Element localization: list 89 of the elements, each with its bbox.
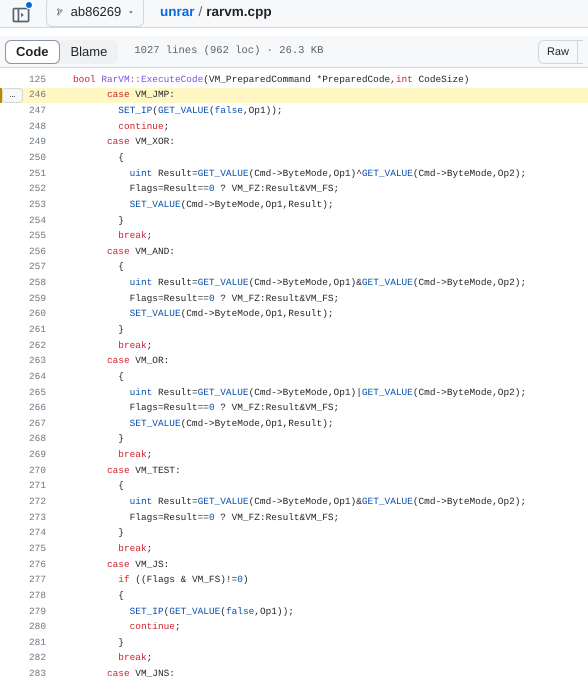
code-text: Flags=Result==0 ? VM_FZ:Result&VM_FS; (128, 182, 340, 196)
file-name: rarvm.cpp (206, 2, 272, 21)
branch-button[interactable]: ab86269 (46, 0, 144, 27)
line-number: 275 (28, 542, 46, 556)
line-number: 258 (28, 276, 46, 290)
code-text: SET_VALUE(Cmd->ByteMode,Op1,Result); (128, 416, 334, 431)
code-text: case VM_AND: (106, 244, 175, 259)
line-number: 247 (28, 104, 46, 118)
code-text: Flags=Result==0 ? VM_FZ:Result&VM_FS; (128, 401, 340, 416)
code-text: { (117, 150, 124, 165)
file-info: 1027 lines (962 loc) · 26.3 KB (134, 44, 324, 59)
line-number: 248 (28, 120, 46, 134)
code-text: uint Result=GET_VALUE(Cmd->ByteMode,Op1)|GET_VALUE(Cmd->ByteMode,Op2); (128, 386, 526, 400)
line-number: 282 (28, 651, 46, 666)
code-text: } (117, 214, 124, 228)
line-number: 271 (28, 479, 46, 494)
code-text: case VM_JS: (106, 558, 170, 572)
code-text: } (117, 636, 124, 650)
line-number: 261 (28, 322, 46, 337)
line-number: 252 (28, 182, 46, 196)
breadcrumb-separator: / (198, 2, 202, 21)
code-text: continue; (117, 120, 170, 134)
line-number: 251 (28, 166, 46, 181)
line-number: 264 (28, 370, 46, 384)
line-number: 270 (28, 464, 46, 478)
line-number: 257 (28, 260, 46, 274)
code-text: break; (117, 542, 152, 556)
code-text: SET_VALUE(Cmd->ByteMode,Op1,Result); (128, 307, 334, 322)
more-options-button[interactable]: … (2, 88, 23, 103)
code-text: } (117, 322, 124, 337)
line-number: 276 (28, 558, 46, 572)
code-text: { (117, 588, 124, 603)
line-number: 267 (28, 416, 46, 431)
code-text: case VM_JMP: (106, 88, 175, 102)
code-text: { (117, 479, 124, 494)
line-number: 263 (28, 354, 46, 368)
code-text: } (117, 432, 124, 446)
view-tab[interactable]: Code (5, 40, 60, 64)
code-text: { (117, 370, 124, 384)
line-number: 273 (28, 510, 46, 525)
line-number: 125 (28, 72, 46, 87)
code-text: SET_IP(GET_VALUE(false,Op1)); (117, 104, 283, 118)
code-text: continue; (128, 620, 181, 634)
line-number: 278 (28, 588, 46, 603)
code-text: } (117, 526, 124, 540)
line-number: 269 (28, 448, 46, 462)
line-number: 256 (28, 244, 46, 259)
line-number: 272 (28, 495, 46, 510)
repo-link[interactable]: unrar (160, 2, 195, 22)
code-text: if ((Flags & VM_FS)!=0) (117, 573, 249, 588)
line-number: 281 (28, 636, 46, 650)
code-text: case VM_XOR: (106, 135, 175, 150)
line-number: 266 (28, 401, 46, 416)
code-text: break; (117, 338, 152, 353)
line-number: 259 (28, 292, 46, 306)
code-text: uint Result=GET_VALUE(Cmd->ByteMode,Op1)&GET_VALUE(Cmd->ByteMode,Op2); (128, 495, 526, 510)
view-tab[interactable]: Blame (60, 40, 118, 64)
code-text: uint Result=GET_VALUE(Cmd->ByteMode,Op1)&GET_VALUE(Cmd->ByteMode,Op2); (128, 276, 526, 290)
line-number: 262 (28, 338, 46, 353)
line-number: 268 (28, 432, 46, 446)
code-text: case VM_TEST: (106, 464, 181, 478)
code-text: uint Result=GET_VALUE(Cmd->ByteMode,Op1)^GET_VALUE(Cmd->ByteMode,Op2); (128, 166, 526, 181)
line-number: 283 (28, 667, 46, 680)
code-text: break; (117, 448, 152, 462)
code-text: SET_IP(GET_VALUE(false,Op1)); (128, 604, 294, 619)
line-number: 255 (28, 229, 46, 244)
line-number: 265 (28, 386, 46, 400)
line-number: 274 (28, 526, 46, 540)
line-number: 253 (28, 198, 46, 212)
line-number: 249 (28, 135, 46, 150)
code-text: { (117, 260, 124, 274)
code-text: break; (117, 651, 152, 666)
line-number: 277 (28, 573, 46, 588)
raw-button[interactable]: Raw (538, 40, 578, 64)
code-text: Flags=Result==0 ? VM_FZ:Result&VM_FS; (128, 510, 340, 525)
caret-icon (129, 10, 133, 14)
code-text: SET_VALUE(Cmd->ByteMode,Op1,Result); (128, 198, 334, 212)
code-text: break; (117, 229, 152, 244)
code-text: case VM_OR: (106, 354, 170, 368)
line-number: 246 (28, 88, 46, 102)
line-number: 280 (28, 620, 46, 634)
code-text: bool RarVM::ExecuteCode(VM_PreparedCommand *PreparedCode,int CodeSize) (73, 72, 470, 87)
code-text: Flags=Result==0 ? VM_FZ:Result&VM_FS; (128, 292, 340, 306)
line-number: 260 (28, 307, 46, 322)
line-number: 254 (28, 214, 46, 228)
line-number: 250 (28, 150, 46, 165)
code-text: case VM_JNS: (106, 667, 175, 680)
line-number: 279 (28, 604, 46, 619)
side-panel-icon[interactable] (12, 6, 30, 24)
